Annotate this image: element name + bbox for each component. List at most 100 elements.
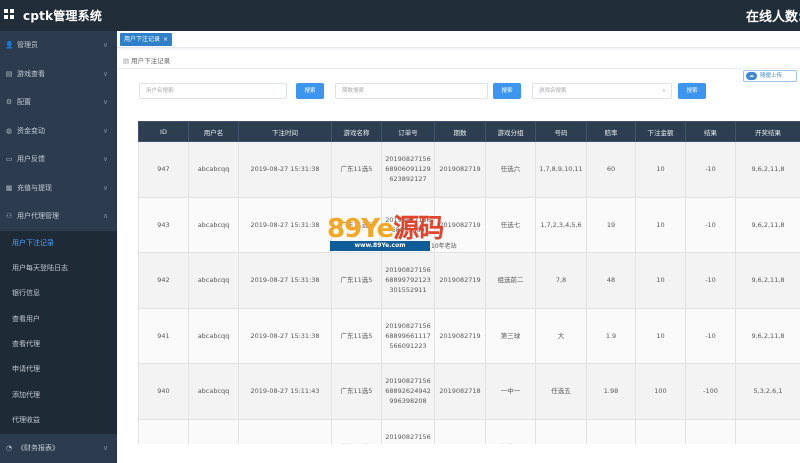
chevron-down-icon: ∨: [102, 41, 108, 49]
table-cell: abcabcqq: [188, 418, 239, 444]
table-cell: 任选五: [485, 418, 536, 444]
table-cell: 2019082719: [434, 141, 486, 198]
column-header[interactable]: 游戏名称: [331, 121, 382, 142]
game-search-button[interactable]: 搜索: [678, 83, 706, 99]
tab-bar: 用户下注记录 ×: [117, 31, 800, 48]
sidebar-item-label: 充值与提现: [17, 183, 52, 192]
list-icon: ▤: [123, 57, 130, 65]
table-cell: 10: [635, 196, 686, 253]
sidebar-item-admin[interactable]: 👤 管理员 ∨: [0, 31, 117, 60]
username-search-input[interactable]: 用户名搜索: [139, 83, 287, 99]
period-search-input[interactable]: 期数搜索: [335, 83, 488, 99]
column-header[interactable]: 结果: [685, 121, 736, 142]
sidebar-item-view-users[interactable]: 查看用户: [0, 307, 117, 332]
sidebar-item-label: 配置: [17, 98, 31, 106]
period-search-button[interactable]: 搜索: [493, 83, 521, 99]
watermark-text: 89Ye源码: [327, 214, 444, 244]
table-cell: 201908271566881612394614254908: [381, 418, 435, 444]
table-cell: 947: [138, 141, 189, 198]
watermark-tagline: 10年老站: [431, 243, 457, 250]
watermark-url: www.89Ye.com: [330, 241, 430, 251]
sidebar-item-games[interactable]: ▤ 游戏查看 ∨: [0, 60, 117, 89]
table-cell: abcabcqq: [188, 196, 239, 253]
sidebar-item-add-agent[interactable]: 添加代理: [0, 383, 117, 408]
tab-bet-records[interactable]: 用户下注记录 ×: [120, 33, 173, 46]
sidebar-item-view-agents[interactable]: 查看代理: [0, 332, 117, 357]
table-cell: -100: [685, 363, 736, 420]
upload-button-label: 随便上传: [760, 73, 783, 79]
sidebar-item-agents[interactable]: ⚇ 用户代理管理 ∧: [0, 202, 117, 231]
sidebar-item-apply-agent[interactable]: 申请代理: [0, 357, 117, 382]
menu-grid-icon[interactable]: [4, 9, 14, 19]
chevron-down-icon: ∨: [661, 88, 666, 94]
table-cell: 19: [586, 196, 636, 253]
column-header[interactable]: 开奖结果: [735, 121, 800, 142]
app-title: cptk管理系统: [23, 9, 103, 23]
cloud-icon: ☁: [746, 72, 757, 80]
watermark-logo: 89Ye源码 www.89Ye.com 10年老站: [327, 208, 477, 258]
sidebar-item-feedback[interactable]: ▭ 用户反馈 ∨: [0, 145, 117, 174]
column-header[interactable]: 下注金额: [635, 121, 686, 142]
table-cell: -10: [685, 252, 736, 309]
sidebar-item-funds[interactable]: ◍ 资金变动 ∨: [0, 117, 117, 146]
table-cell: 2019082715668899792123301552911: [381, 252, 435, 309]
table-cell: 大: [535, 307, 587, 364]
table-cell: 2019082719: [434, 252, 486, 309]
table-cell: 9,6,2,11,8: [735, 196, 800, 253]
column-header[interactable]: 用户名: [188, 121, 239, 142]
tab-label: 用户下注记录: [124, 36, 161, 43]
chevron-up-icon: ∧: [102, 212, 108, 220]
sidebar-item-label: 用户反馈: [17, 155, 45, 163]
column-header[interactable]: 赔率: [586, 121, 636, 142]
column-header[interactable]: ID: [138, 121, 189, 142]
table-cell: 2019-08-27 15:31:38: [238, 307, 332, 364]
column-header[interactable]: 订单号: [381, 121, 435, 142]
table-row: 942 abcabcqq 2019-08-27 15:31:38 广东11选5 2019…: [138, 252, 800, 309]
upload-button[interactable]: ☁ 随便上传: [743, 70, 797, 82]
sidebar-item-label: 《财务报表》: [17, 443, 59, 452]
sidebar-item-label: 游戏查看: [17, 69, 45, 78]
panel-title-text: 用户下注记录: [131, 57, 171, 65]
column-header[interactable]: 期数: [434, 121, 486, 142]
sidebar-item-agent-income[interactable]: 代理收益: [0, 408, 117, 433]
table-cell: 100: [635, 363, 686, 420]
online-count-label: 在线人数:: [746, 10, 800, 25]
column-header[interactable]: 游戏分组: [485, 121, 536, 142]
table-cell: 任选七: [485, 196, 536, 253]
panel-title: ▤ 用户下注记录: [123, 55, 170, 65]
table-cell: 任选五: [535, 363, 587, 420]
table-cell: 7,8: [535, 252, 587, 309]
sidebar-item-finance-report[interactable]: ◔ 《财务报表》 ∨: [0, 434, 117, 463]
table-cell: 任选六: [485, 141, 536, 198]
wallet-icon: ▦: [5, 183, 13, 192]
table-cell: 48: [586, 252, 636, 309]
chevron-down-icon: ∨: [102, 98, 108, 106]
table-cell: 2019082715668906091129623892127: [381, 141, 435, 198]
table-cell: 941: [138, 307, 189, 364]
sidebar-item-login-logs[interactable]: 用户每天登陆日志: [0, 256, 117, 281]
sidebar-item-bank-info[interactable]: 银行信息: [0, 281, 117, 306]
table-cell: abcabcqq: [188, 363, 239, 420]
game-select[interactable]: 游戏名搜索 ∨: [532, 83, 672, 99]
table-cell: 60: [586, 141, 636, 198]
sidebar: 👤 管理员 ∨ ▤ 游戏查看 ∨ ⚙ 配置 ∨ ◍ 资金变动 ∨ ▭ 用户反馈 …: [0, 31, 117, 463]
table-header-row: ID 用户名 下注时间 游戏名称 订单号 期数 游戏分组 号码 赔率 下注金额 …: [138, 121, 800, 142]
table-cell: 10: [635, 307, 686, 364]
column-header[interactable]: 号码: [535, 121, 587, 142]
table-cell: abcabcqq: [188, 252, 239, 309]
table-cell: -10: [685, 196, 736, 253]
column-header[interactable]: 下注时间: [238, 121, 332, 142]
sidebar-item-config[interactable]: ⚙ 配置 ∨: [0, 88, 117, 117]
sidebar-item-bet-records[interactable]: 用户下注记录: [0, 231, 117, 256]
table-cell: 10: [635, 418, 686, 444]
comment-icon: ▭: [5, 155, 13, 163]
game-select-placeholder: 游戏名搜索: [539, 88, 567, 94]
sidebar-item-deposit[interactable]: ▦ 充值与提现 ∨: [0, 174, 117, 203]
username-search-button[interactable]: 搜索: [296, 83, 324, 99]
table-cell: 2,3,4,5,6: [535, 418, 587, 444]
close-icon[interactable]: ×: [163, 36, 168, 43]
table-cell: abcabcqq: [188, 307, 239, 364]
sidebar-item-label: 资金变动: [17, 126, 45, 135]
top-bar: cptk管理系统 在线人数:: [0, 0, 800, 31]
table-cell: abcabcqq: [188, 141, 239, 198]
